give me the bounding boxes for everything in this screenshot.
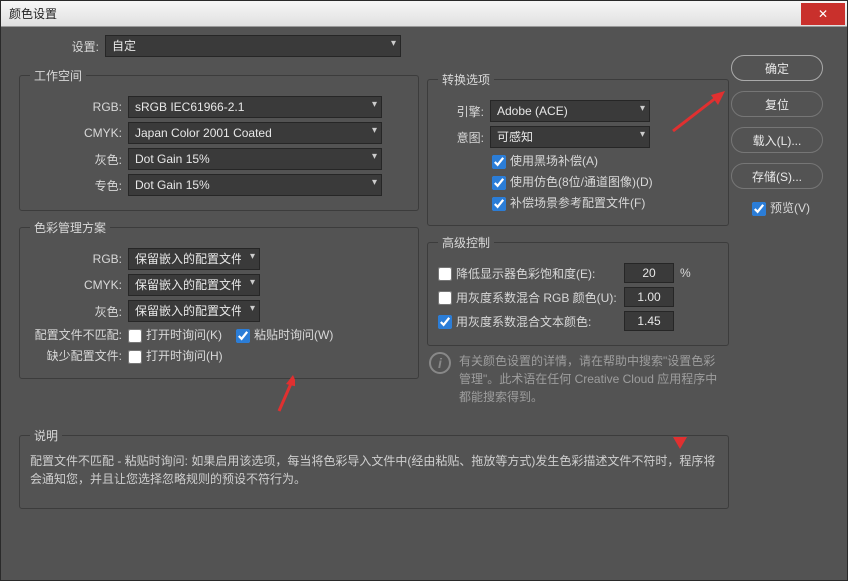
ask-open-missing[interactable]: 打开时询问(H) — [128, 347, 223, 364]
ws-rgb-select[interactable]: sRGB IEC61966-2.1 — [128, 96, 382, 118]
convert-group: 转换选项 引擎: Adobe (ACE) 意图: 可感知 使用黑场补偿(A) 使… — [427, 71, 729, 226]
ws-rgb-label: RGB: — [30, 100, 128, 114]
intent-label: 意图: — [438, 129, 490, 146]
use-dither[interactable]: 使用仿色(8位/通道图像)(D) — [492, 173, 653, 190]
description-legend: 说明 — [30, 427, 62, 444]
desaturate-checkbox[interactable] — [438, 267, 452, 281]
save-button[interactable]: 存储(S)... — [731, 163, 823, 189]
desaturate-unit: % — [674, 266, 691, 280]
dialog-content: 设置: 自定 工作空间 RGB: sRGB IEC61966-2.1 CMYK:… — [11, 33, 837, 570]
side-buttons: 确定 复位 载入(L)... 存储(S)... 预览(V) — [731, 55, 831, 216]
close-button[interactable]: ✕ — [801, 3, 845, 25]
info-icon: i — [429, 352, 451, 374]
ws-spot-select[interactable]: Dot Gain 15% — [128, 174, 382, 196]
black-point-checkbox[interactable] — [492, 155, 506, 169]
workspace-group: 工作空间 RGB: sRGB IEC61966-2.1 CMYK: Japan … — [19, 67, 419, 211]
policy-group: 色彩管理方案 RGB: 保留嵌入的配置文件 CMYK: 保留嵌入的配置文件 灰色… — [19, 219, 419, 379]
blend-text-value[interactable] — [624, 311, 674, 331]
missing-label: 缺少配置文件: — [30, 347, 128, 364]
mismatch-label: 配置文件不匹配: — [30, 326, 128, 343]
ask-open-missing-checkbox[interactable] — [128, 350, 142, 364]
ask-open-mismatch[interactable]: 打开时询问(K) — [128, 326, 222, 343]
blend-rgb-value[interactable] — [624, 287, 674, 307]
policy-legend: 色彩管理方案 — [30, 219, 110, 236]
preview-toggle[interactable]: 预览(V) — [752, 199, 810, 216]
pol-cmyk-label: CMYK: — [30, 278, 128, 292]
blend-rgb-gamma[interactable]: 用灰度系数混合 RGB 颜色(U): — [438, 289, 624, 306]
ws-cmyk-select[interactable]: Japan Color 2001 Coated — [128, 122, 382, 144]
ws-cmyk-label: CMYK: — [30, 126, 128, 140]
desaturate-monitor[interactable]: 降低显示器色彩饱和度(E): — [438, 265, 624, 282]
blend-text-checkbox[interactable] — [438, 315, 452, 329]
intent-select[interactable]: 可感知 — [490, 126, 650, 148]
dither-checkbox[interactable] — [492, 176, 506, 190]
description-text: 配置文件不匹配 - 粘贴时询问: 如果启用该选项，每当将色彩导入文件中(经由粘贴… — [30, 452, 718, 488]
engine-select[interactable]: Adobe (ACE) — [490, 100, 650, 122]
blend-text-gamma[interactable]: 用灰度系数混合文本颜色: — [438, 313, 624, 330]
preview-checkbox[interactable] — [752, 202, 766, 216]
annotation-arrow-1 — [273, 375, 295, 415]
ask-paste-mismatch[interactable]: 粘贴时询问(W) — [236, 326, 333, 343]
info-text: 有关颜色设置的详情，请在帮助中搜索"设置色彩管理"。此术语在任何 Creativ… — [459, 352, 727, 406]
ws-spot-label: 专色: — [30, 177, 128, 194]
description-group: 说明 配置文件不匹配 - 粘贴时询问: 如果启用该选项，每当将色彩导入文件中(经… — [19, 427, 729, 509]
ok-button[interactable]: 确定 — [731, 55, 823, 81]
scene-ref-comp[interactable]: 补偿场景参考配置文件(F) — [492, 194, 645, 211]
workspace-legend: 工作空间 — [30, 67, 86, 84]
pol-rgb-label: RGB: — [30, 252, 128, 266]
advanced-group: 高级控制 降低显示器色彩饱和度(E): % 用灰度系数混合 RGB 颜色(U):… — [427, 234, 729, 346]
pol-gray-label: 灰色: — [30, 303, 128, 320]
engine-label: 引擎: — [438, 103, 490, 120]
load-button[interactable]: 载入(L)... — [731, 127, 823, 153]
scene-ref-checkbox[interactable] — [492, 197, 506, 211]
blend-rgb-checkbox[interactable] — [438, 291, 452, 305]
ws-gray-label: 灰色: — [30, 151, 128, 168]
info-row: i 有关颜色设置的详情，请在帮助中搜索"设置色彩管理"。此术语在任何 Creat… — [427, 346, 729, 412]
right-column: 转换选项 引擎: Adobe (ACE) 意图: 可感知 使用黑场补偿(A) 使… — [427, 71, 729, 412]
reset-button[interactable]: 复位 — [731, 91, 823, 117]
ask-paste-mismatch-checkbox[interactable] — [236, 329, 250, 343]
pol-gray-select[interactable]: 保留嵌入的配置文件 — [128, 300, 260, 322]
pol-rgb-select[interactable]: 保留嵌入的配置文件 — [128, 248, 260, 270]
black-point-comp[interactable]: 使用黑场补偿(A) — [492, 152, 598, 169]
advanced-legend: 高级控制 — [438, 234, 494, 251]
desaturate-value[interactable] — [624, 263, 674, 283]
left-column: 工作空间 RGB: sRGB IEC61966-2.1 CMYK: Japan … — [19, 37, 419, 379]
ask-open-mismatch-checkbox[interactable] — [128, 329, 142, 343]
ws-gray-select[interactable]: Dot Gain 15% — [128, 148, 382, 170]
convert-legend: 转换选项 — [438, 71, 494, 88]
close-icon: ✕ — [818, 7, 828, 21]
title-bar: 颜色设置 ✕ — [1, 1, 847, 27]
pol-cmyk-select[interactable]: 保留嵌入的配置文件 — [128, 274, 260, 296]
color-settings-dialog: 颜色设置 ✕ 设置: 自定 工作空间 RGB: sRGB IEC61966-2.… — [0, 0, 848, 581]
window-title: 颜色设置 — [9, 5, 801, 22]
